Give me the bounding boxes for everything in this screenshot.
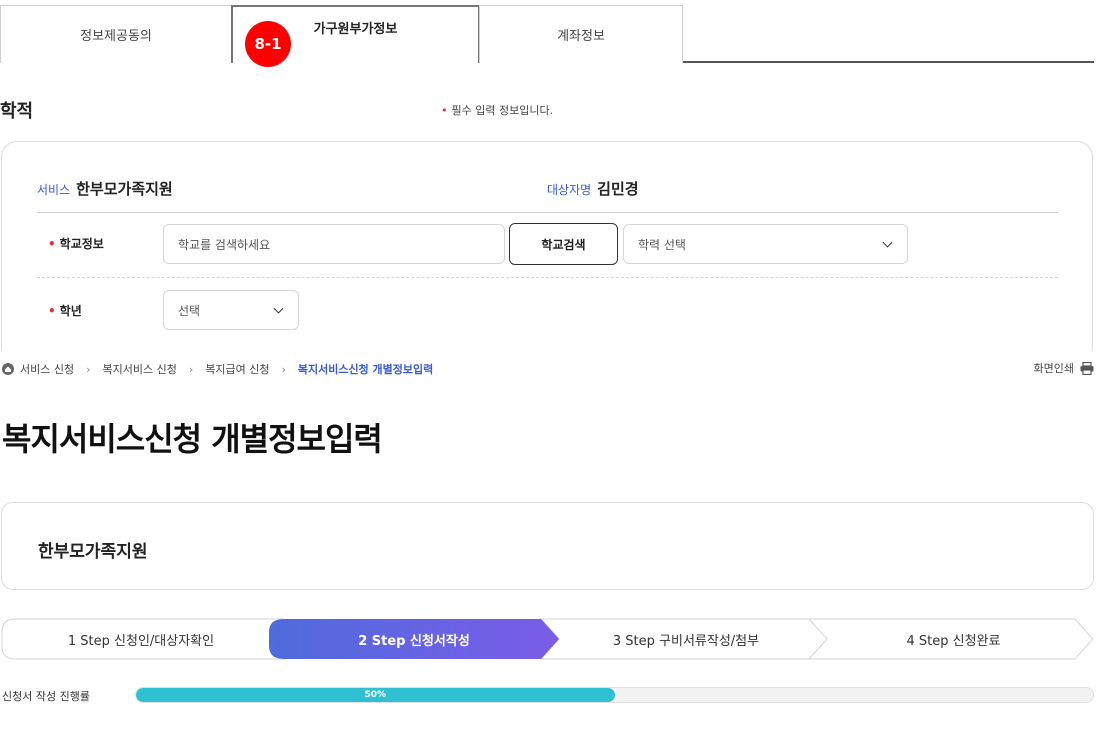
required-dot-icon: •: [441, 104, 448, 117]
chevron-right-icon: ›: [188, 362, 194, 376]
breadcrumb-item[interactable]: 복지급여 신청: [205, 361, 269, 377]
tab-consent[interactable]: 정보제공동의: [0, 5, 232, 63]
page-title: 복지서비스신청 개별정보입력: [2, 420, 383, 458]
step-3: 3 Step 구비서류작성/첨부: [612, 633, 760, 649]
service-label: 서비스: [37, 183, 71, 197]
step-4: 4 Step 신청완료: [906, 633, 1001, 649]
service-card-name: 한부모가족지원: [38, 542, 148, 562]
breadcrumb: 서비스 신청 › 복지서비스 신청 › 복지급여 신청 › 복지서비스신청 개별…: [2, 361, 433, 377]
target-info: 대상자명 김민경: [547, 178, 639, 199]
dashed-divider: [37, 277, 1058, 278]
target-value: 김민경: [597, 180, 639, 198]
progress-label: 신청서 작성 진행률: [2, 690, 90, 703]
school-form-card: 서비스 한부모가족지원 대상자명 김민경 • 학교정보 학교를 검색하세요 학교검색 …: [1, 141, 1093, 351]
tab-household-info[interactable]: 8-1 가구원부가정보: [231, 5, 480, 67]
breadcrumb-current: 복지서비스신청 개별정보입력: [297, 363, 434, 376]
print-label: 화면인쇄: [1033, 362, 1074, 375]
tab-underline: [683, 61, 1094, 63]
printer-icon: [1080, 361, 1094, 375]
print-button[interactable]: 화면인쇄: [1034, 360, 1094, 376]
required-note: • 필수 입력 정보입니다.: [441, 102, 553, 118]
divider: [37, 212, 1058, 213]
chevron-down-icon: [273, 303, 284, 314]
progress-text: 50%: [364, 690, 387, 700]
school-search-button[interactable]: 학교검색: [509, 223, 618, 265]
education-select[interactable]: 학력 선택: [623, 224, 908, 264]
school-info-label: • 학교정보: [48, 237, 104, 251]
service-value: 한부모가족지원: [76, 180, 173, 198]
education-select-value: 학력 선택: [638, 237, 686, 252]
target-label: 대상자명: [547, 183, 592, 197]
breadcrumb-item[interactable]: 복지서비스 신청: [103, 361, 177, 377]
home-icon[interactable]: [2, 363, 14, 375]
tab-household-info-label: 가구원부가정보: [313, 21, 398, 37]
grade-select-value: 선택: [178, 303, 201, 318]
service-info: 서비스 한부모가족지원: [37, 178, 173, 199]
tab-bar: 정보제공동의 8-1 가구원부가정보 계좌정보: [0, 5, 1094, 67]
service-card: 한부모가족지원: [1, 502, 1094, 590]
step-indicator: 1 Step 신청인/대상자확인 2 Step 신청서작성 3 Step 구비서…: [1, 618, 1095, 660]
tab-account-info[interactable]: 계좌정보: [479, 5, 683, 63]
school-search-input[interactable]: 학교를 검색하세요: [163, 224, 505, 264]
chevron-right-icon: ›: [86, 362, 91, 376]
school-search-placeholder: 학교를 검색하세요: [178, 237, 271, 252]
section-title: 학적: [0, 101, 34, 122]
step-1: 1 Step 신청인/대상자확인: [67, 633, 215, 649]
breadcrumb-item[interactable]: 서비스 신청: [20, 361, 74, 377]
chevron-right-icon: ›: [281, 362, 286, 376]
progress-bar: 50%: [135, 687, 1094, 703]
step-2: 2 Step 신청서작성: [358, 633, 470, 649]
required-dot-icon: •: [48, 237, 56, 251]
step-badge: 8-1: [245, 21, 291, 67]
grade-label: • 학년: [48, 304, 82, 318]
chevron-down-icon: [882, 237, 893, 248]
required-note-text: 필수 입력 정보입니다.: [451, 104, 554, 117]
tab-consent-label: 정보제공동의: [80, 29, 152, 44]
tab-account-info-label: 계좌정보: [557, 29, 605, 44]
required-dot-icon: •: [48, 304, 56, 318]
grade-select[interactable]: 선택: [163, 290, 299, 330]
progress-fill: 50%: [136, 688, 615, 702]
